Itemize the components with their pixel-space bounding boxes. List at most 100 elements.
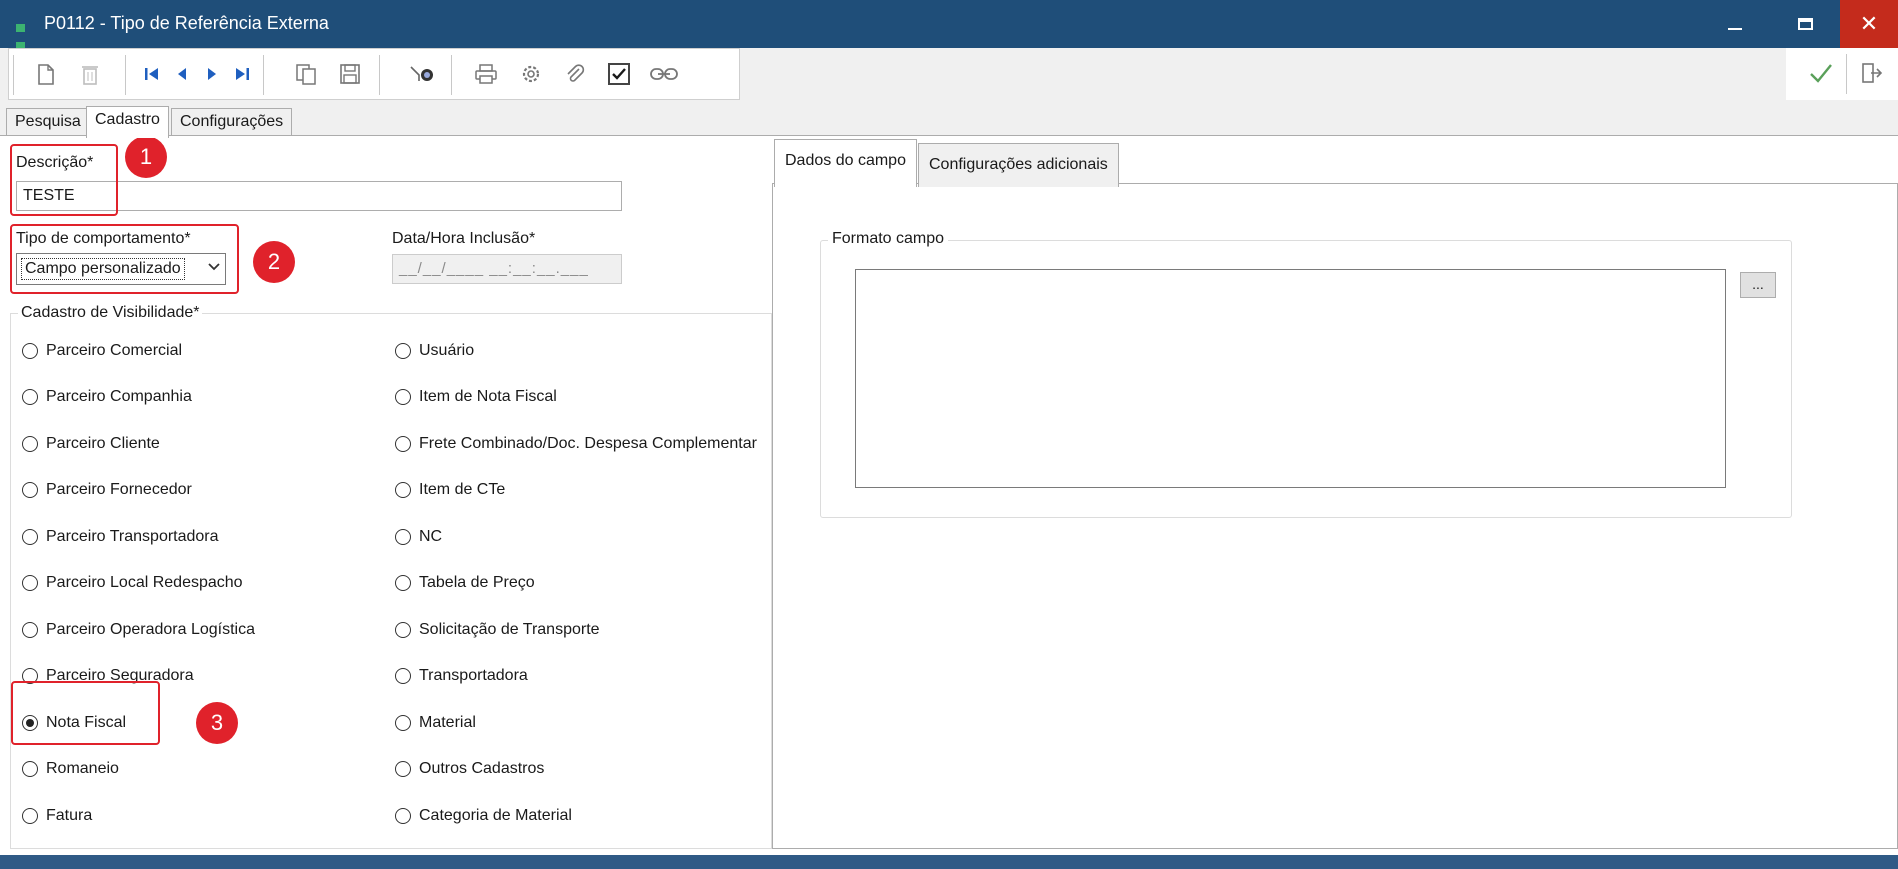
radio-parceiro-transportadora[interactable]: Parceiro Transportadora (22, 526, 219, 548)
radio-item-nota-fiscal[interactable]: Item de Nota Fiscal (395, 386, 557, 408)
radio-circle-icon (22, 343, 38, 359)
radio-label: Romaneio (46, 760, 119, 777)
radio-circle-icon (395, 529, 411, 545)
checkbox-icon[interactable] (604, 59, 634, 89)
radio-label: Transportadora (419, 667, 528, 684)
formato-campo-legend: Formato campo (828, 230, 949, 248)
radio-label: Outros Cadastros (419, 760, 545, 777)
radio-circle-icon (22, 529, 38, 545)
toolbar-separator (451, 55, 453, 95)
window-title: P0112 - Tipo de Referência Externa (44, 13, 329, 33)
annotation-badge-1: 1 (125, 136, 167, 178)
radio-label: Fatura (46, 807, 93, 824)
radio-usuario[interactable]: Usuário (395, 340, 474, 362)
search-icon[interactable] (407, 59, 437, 89)
delete-icon[interactable] (75, 59, 105, 89)
toolbar-separator (263, 55, 265, 95)
radio-label: Item de CTe (419, 481, 506, 498)
radio-label: Parceiro Local Redespacho (46, 574, 243, 591)
radio-label: Parceiro Transportadora (46, 528, 219, 545)
radio-circle-icon (22, 622, 38, 638)
minimize-button[interactable] (1700, 0, 1770, 48)
tab-configuracoes[interactable]: Configurações (171, 108, 293, 136)
annotation-highlight-3 (11, 681, 160, 745)
new-document-icon[interactable] (31, 59, 61, 89)
radio-label: Parceiro Companhia (46, 388, 192, 405)
radio-circle-icon (22, 761, 38, 777)
radio-fatura[interactable]: Fatura (22, 805, 92, 827)
close-button[interactable]: ✕ (1840, 0, 1898, 48)
app-icon (16, 19, 38, 50)
status-bar (0, 855, 1898, 869)
radio-circle-icon (22, 482, 38, 498)
radio-parceiro-companhia[interactable]: Parceiro Companhia (22, 386, 192, 408)
radio-item-cte[interactable]: Item de CTe (395, 479, 505, 501)
radio-label: Parceiro Comercial (46, 342, 183, 359)
tab-pesquisa[interactable]: Pesquisa (6, 108, 90, 136)
toolbar-separator (1846, 54, 1848, 94)
radio-label: Material (419, 714, 476, 731)
tab-dados-do-campo[interactable]: Dados do campo (774, 139, 917, 187)
radio-nc[interactable]: NC (395, 526, 442, 548)
tab-cadastro[interactable]: Cadastro (86, 106, 169, 138)
formato-campo-textarea[interactable] (855, 269, 1726, 488)
copy-icon[interactable] (291, 59, 321, 89)
print-icon[interactable] (471, 59, 501, 89)
previous-record-icon[interactable] (167, 59, 197, 89)
link-icon[interactable] (649, 59, 679, 89)
maximize-button[interactable] (1770, 0, 1840, 48)
radio-solicitacao-transporte[interactable]: Solicitação de Transporte (395, 619, 600, 641)
radio-label: Parceiro Fornecedor (46, 481, 192, 498)
radio-parceiro-cliente[interactable]: Parceiro Cliente (22, 433, 160, 455)
radio-frete-combinado[interactable]: Frete Combinado/Doc. Despesa Complementa… (395, 433, 757, 455)
title-bar: P0112 - Tipo de Referência Externa ✕ (0, 0, 1898, 50)
radio-outros-cadastros[interactable]: Outros Cadastros (395, 758, 544, 780)
radio-circle-icon (395, 482, 411, 498)
confirm-icon[interactable] (1806, 58, 1836, 88)
attach-icon[interactable] (560, 59, 590, 89)
annotation-highlight-2 (10, 224, 239, 294)
radio-circle-icon (395, 808, 411, 824)
main-tabs: Pesquisa Cadastro Configurações (0, 106, 1898, 138)
annotation-highlight-1 (10, 144, 118, 216)
next-record-icon[interactable] (197, 59, 227, 89)
radio-romaneio[interactable]: Romaneio (22, 758, 119, 780)
toolbar-right (1786, 48, 1898, 100)
radio-label: Frete Combinado/Doc. Despesa Complementa… (419, 435, 757, 452)
radio-circle-icon (395, 575, 411, 591)
exit-icon[interactable] (1856, 58, 1886, 88)
toolbar-separator (125, 55, 127, 95)
radio-parceiro-comercial[interactable]: Parceiro Comercial (22, 340, 182, 362)
last-record-icon[interactable] (227, 59, 257, 89)
minimize-icon (1728, 28, 1742, 30)
radio-parceiro-fornecedor[interactable]: Parceiro Fornecedor (22, 479, 192, 501)
tab-configuracoes-adicionais[interactable]: Configurações adicionais (918, 143, 1119, 187)
radio-circle-icon (22, 436, 38, 452)
radio-label: Solicitação de Transporte (419, 621, 600, 638)
radio-circle-icon (395, 343, 411, 359)
radio-circle-icon (395, 668, 411, 684)
save-icon[interactable] (335, 59, 365, 89)
toolbar (8, 48, 740, 100)
radio-parceiro-operadora-logistica[interactable]: Parceiro Operadora Logística (22, 619, 255, 641)
radio-label: Categoria de Material (419, 807, 572, 824)
radio-circle-icon (395, 389, 411, 405)
radio-material[interactable]: Material (395, 712, 476, 734)
radio-label: Item de Nota Fiscal (419, 388, 557, 405)
first-record-icon[interactable] (137, 59, 167, 89)
toolbar-separator (13, 55, 15, 95)
settings-icon[interactable] (516, 59, 546, 89)
radio-circle-icon (395, 436, 411, 452)
radio-parceiro-local-redespacho[interactable]: Parceiro Local Redespacho (22, 572, 243, 594)
radio-transportadora[interactable]: Transportadora (395, 665, 528, 687)
annotation-badge-2: 2 (253, 241, 295, 283)
radio-categoria-material[interactable]: Categoria de Material (395, 805, 572, 827)
radio-circle-icon (22, 575, 38, 591)
ellipsis-button[interactable]: ... (1740, 272, 1776, 298)
radio-tabela-preco[interactable]: Tabela de Preço (395, 572, 535, 594)
radio-label: Tabela de Preço (419, 574, 535, 591)
radio-label: Usuário (419, 342, 475, 359)
radio-circle-icon (395, 622, 411, 638)
radio-label: NC (419, 528, 443, 545)
radio-circle-icon (22, 389, 38, 405)
